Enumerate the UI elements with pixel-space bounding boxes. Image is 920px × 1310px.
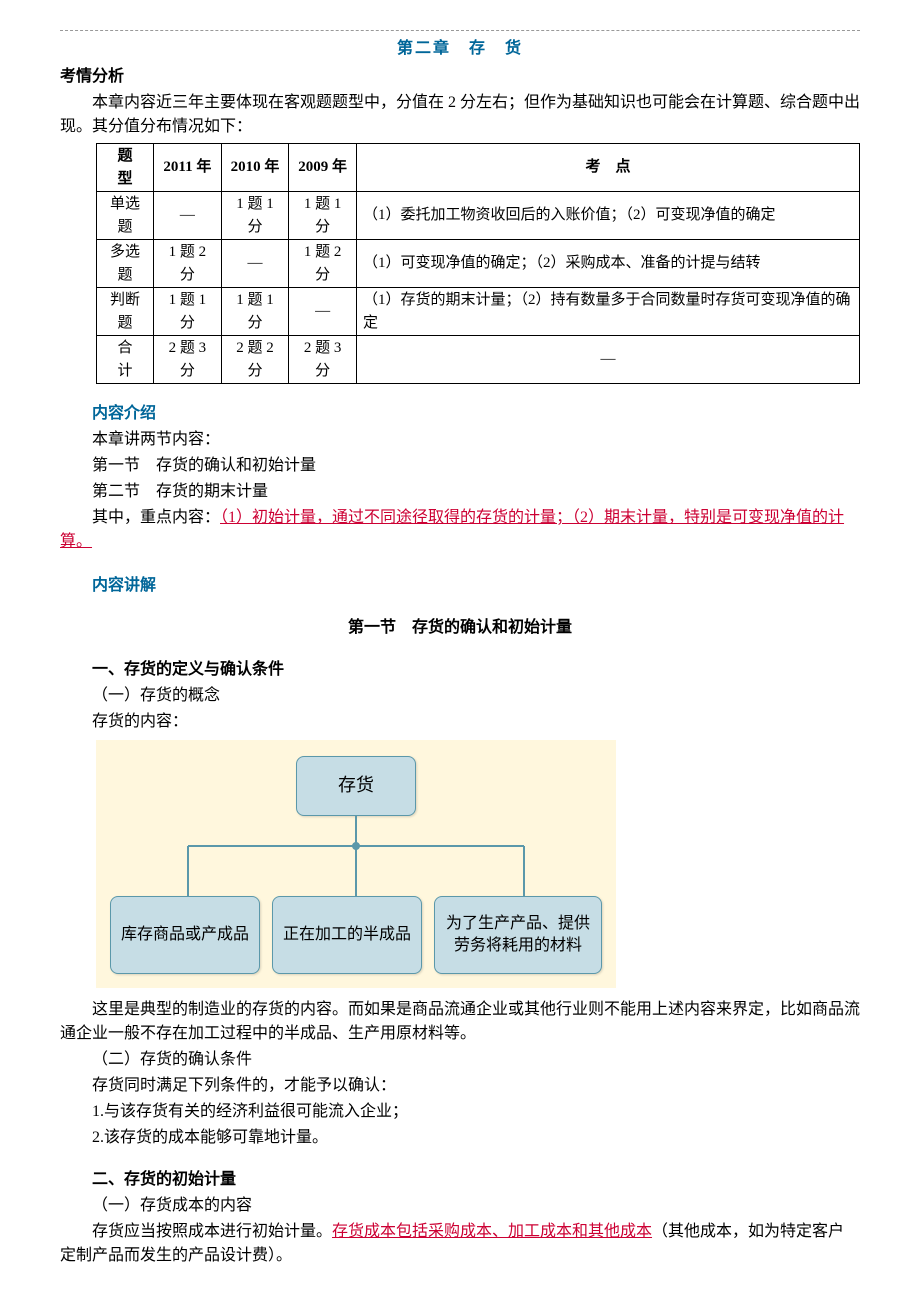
cell-2009: 2 题 3 分 xyxy=(289,336,357,384)
heading-2a-lead: 存货应当按照成本进行初始计量。 xyxy=(92,1223,332,1240)
th-2010: 2010 年 xyxy=(221,144,289,192)
cell-2010: 1 题 1 分 xyxy=(221,192,289,240)
diagram-root-box: 存货 xyxy=(296,756,416,816)
analysis-paragraph: 本章内容近三年主要体现在客观题题型中，分值在 2 分左右；但作为基础知识也可能会… xyxy=(60,91,860,139)
cell-2010: 1 题 1 分 xyxy=(221,288,289,336)
cell-2009: 1 题 2 分 xyxy=(289,240,357,288)
heading-1a: （一）存货的概念 xyxy=(60,684,860,708)
th-2011: 2011 年 xyxy=(154,144,222,192)
th-type: 题 型 xyxy=(97,144,154,192)
cell-type: 判断题 xyxy=(97,288,154,336)
cell-2010: 2 题 2 分 xyxy=(221,336,289,384)
chapter-title: 第二章 存 货 xyxy=(60,37,860,61)
diagram-child-1: 库存商品或产成品 xyxy=(110,896,260,974)
table-row: 判断题 1 题 1 分 1 题 1 分 — （1）存货的期末计量；（2）持有数量… xyxy=(97,288,860,336)
heading-1: 一、存货的定义与确认条件 xyxy=(60,658,860,682)
heading-1b-item-1: 1.与该存货有关的经济利益很可能流入企业； xyxy=(60,1100,860,1124)
heading-1b-item-2: 2.该存货的成本能够可靠地计量。 xyxy=(60,1126,860,1150)
heading-2a-key: 存货成本包括采购成本、加工成本和其他成本 xyxy=(332,1223,652,1240)
heading-2a-paragraph: 存货应当按照成本进行初始计量。存货成本包括采购成本、加工成本和其他成本（其他成本… xyxy=(60,1220,860,1268)
cell-2010: — xyxy=(221,240,289,288)
table-header-row: 题 型 2011 年 2010 年 2009 年 考 点 xyxy=(97,144,860,192)
table-row: 单选题 — 1 题 1 分 1 题 1 分 （1）委托加工物资收回后的入账价值；… xyxy=(97,192,860,240)
after-diagram-paragraph: 这里是典型的制造业的存货的内容。而如果是商品流通企业或其他行业则不能用上述内容来… xyxy=(60,998,860,1046)
heading-2a: （一）存货成本的内容 xyxy=(60,1194,860,1218)
cell-2011: 1 题 1 分 xyxy=(154,288,222,336)
heading-2: 二、存货的初始计量 xyxy=(60,1168,860,1192)
section-1-title: 第一节 存货的确认和初始计量 xyxy=(60,616,860,640)
intro-line-2: 第一节 存货的确认和初始计量 xyxy=(60,454,860,478)
cell-note: （1）可变现净值的确定；（2）采购成本、准备的计提与结转 xyxy=(356,240,859,288)
cell-2009: — xyxy=(289,288,357,336)
cell-2011: 1 题 2 分 xyxy=(154,240,222,288)
cell-note: — xyxy=(356,336,859,384)
intro-lead: 其中，重点内容： xyxy=(92,509,220,526)
diagram-child-3: 为了生产产品、提供劳务将耗用的材料 xyxy=(434,896,602,974)
cell-2009: 1 题 1 分 xyxy=(289,192,357,240)
cell-note: （1）存货的期末计量；（2）持有数量多于合同数量时存货可变现净值的确定 xyxy=(356,288,859,336)
diagram-connector xyxy=(110,816,602,896)
intro-heading: 内容介绍 xyxy=(60,402,860,426)
table-row: 合 计 2 题 3 分 2 题 2 分 2 题 3 分 — xyxy=(97,336,860,384)
cell-note: （1）委托加工物资收回后的入账价值；（2）可变现净值的确定 xyxy=(356,192,859,240)
cell-type: 合 计 xyxy=(97,336,154,384)
cell-type: 多选题 xyxy=(97,240,154,288)
cell-2011: 2 题 3 分 xyxy=(154,336,222,384)
intro-line-3: 第二节 存货的期末计量 xyxy=(60,480,860,504)
top-divider xyxy=(60,30,860,31)
heading-1b: （二）存货的确认条件 xyxy=(60,1048,860,1072)
analysis-heading: 考情分析 xyxy=(60,65,860,89)
diagram-child-2: 正在加工的半成品 xyxy=(272,896,422,974)
heading-1b-line: 存货同时满足下列条件的，才能予以确认： xyxy=(60,1074,860,1098)
intro-key-sentence: 其中，重点内容：（1）初始计量，通过不同途径取得的存货的计量；（2）期末计量，特… xyxy=(60,506,860,554)
cell-2011: — xyxy=(154,192,222,240)
lecture-heading: 内容讲解 xyxy=(60,574,860,598)
intro-line-1: 本章讲两节内容： xyxy=(60,428,860,452)
score-table: 题 型 2011 年 2010 年 2009 年 考 点 单选题 — 1 题 1… xyxy=(96,143,860,384)
th-note: 考 点 xyxy=(356,144,859,192)
cell-type: 单选题 xyxy=(97,192,154,240)
inventory-diagram: 存货 库存商品或产成品 正在加工的半成品 为了生产产品、提供劳务将耗用的材料 xyxy=(96,740,616,988)
th-2009: 2009 年 xyxy=(289,144,357,192)
table-row: 多选题 1 题 2 分 — 1 题 2 分 （1）可变现净值的确定；（2）采购成… xyxy=(97,240,860,288)
heading-1a-line: 存货的内容： xyxy=(60,710,860,734)
